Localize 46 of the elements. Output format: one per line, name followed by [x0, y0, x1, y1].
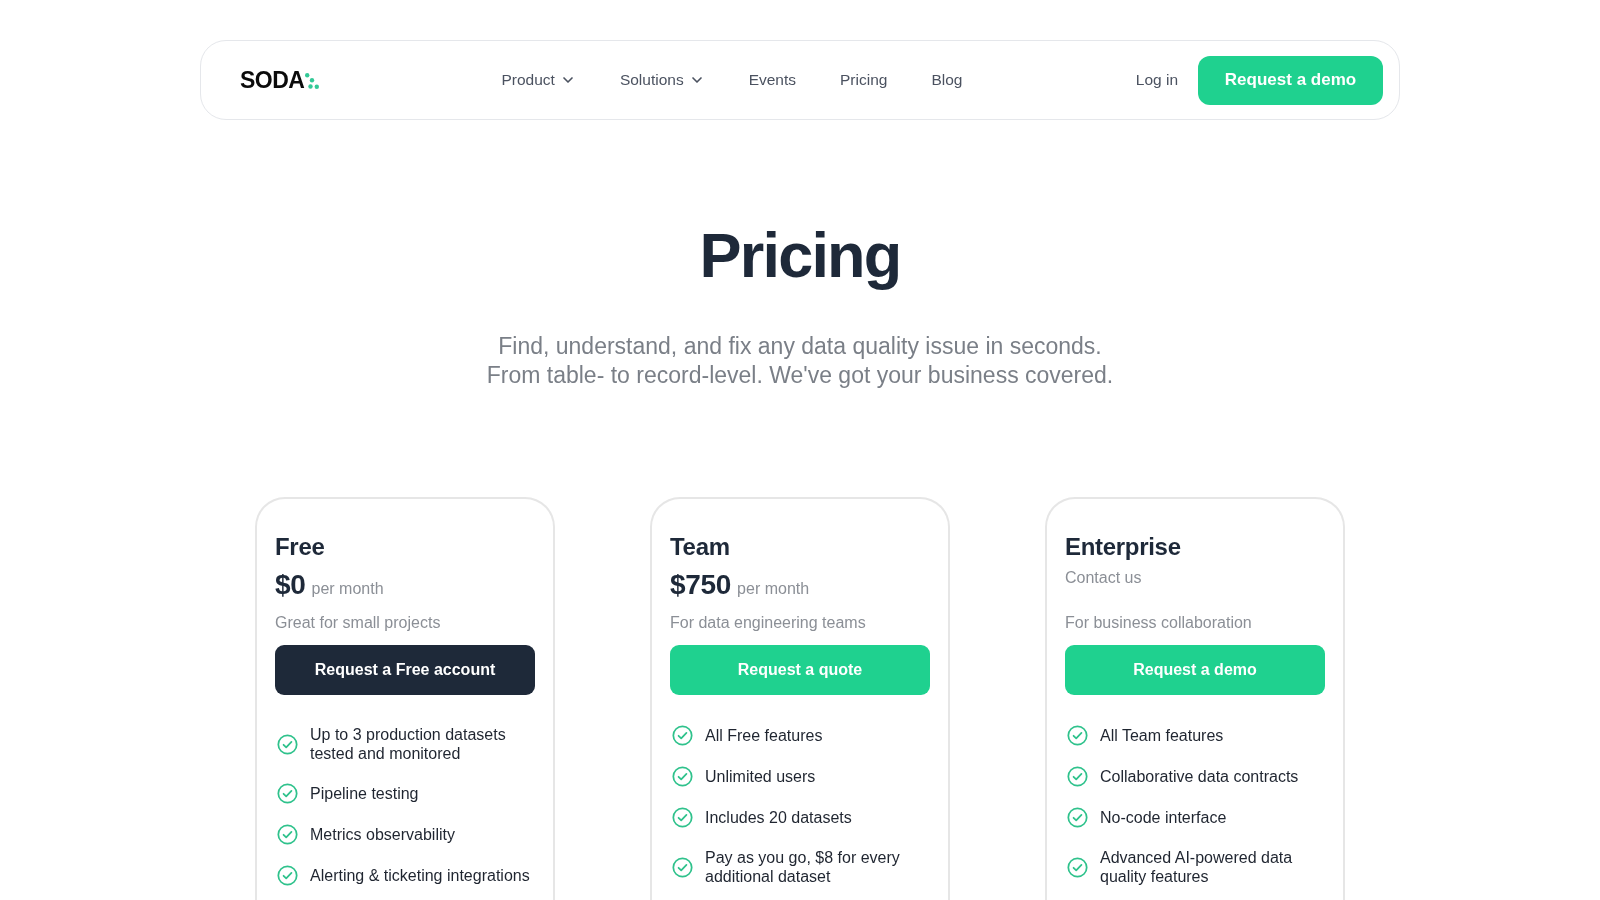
check-circle-icon — [277, 783, 298, 804]
nav-link[interactable]: Product — [501, 71, 576, 89]
price-period: per month — [737, 580, 810, 598]
dots-icon — [305, 73, 320, 89]
feature-text: Collaborative data contracts — [1100, 767, 1299, 786]
feature-text: Includes 20 datasets — [705, 808, 852, 827]
page-title: Pricing — [699, 219, 901, 291]
check-circle-icon — [1067, 807, 1088, 828]
plan-name: Enterprise — [1065, 532, 1182, 562]
check-circle-icon — [1067, 766, 1088, 787]
logo-wordmark[interactable]: SODA — [240, 66, 305, 94]
hero-subtitle: Find, understand, and fix any data quality issue in seconds. From table- to record-level. We've got your business covered. — [486, 332, 1114, 390]
check-circle-icon — [1067, 725, 1088, 746]
feature-text: Pipeline testing — [310, 784, 419, 803]
price-period: per month — [311, 580, 384, 598]
plan-tagline: For business collaboration — [1065, 613, 1253, 633]
feature-text: Alerting & ticketing integrations — [310, 866, 530, 885]
plan-tagline: Great for small projects — [275, 613, 442, 633]
plan-name: Free — [275, 532, 326, 562]
nav-link[interactable]: Events — [748, 71, 797, 89]
feature-text: Unlimited users — [705, 767, 816, 786]
check-circle-icon — [1067, 856, 1088, 878]
nav-link[interactable]: Pricing — [840, 71, 888, 89]
feature-text: Advanced AI-powered data quality features — [1100, 848, 1294, 886]
nav-link[interactable]: Solutions — [619, 71, 705, 89]
nav-link[interactable]: Blog — [931, 71, 963, 89]
contact-text: Contact us — [1065, 569, 1142, 587]
plan-button[interactable]: Request a Free account — [275, 645, 535, 695]
check-circle-icon — [277, 865, 298, 886]
plan-name: Team — [670, 532, 731, 562]
price-amount: $0 — [275, 569, 306, 601]
feature-text: Metrics observability — [310, 825, 455, 844]
feature-text: All Free features — [705, 726, 823, 745]
check-circle-icon — [672, 807, 693, 828]
check-circle-icon — [672, 725, 693, 746]
price-amount: $750 — [670, 569, 732, 601]
check-circle-icon — [277, 733, 298, 755]
feature-text: No-code interface — [1100, 808, 1227, 827]
feature-text: Pay as you go, $8 for every additional dataset — [705, 848, 901, 886]
check-circle-icon — [277, 824, 298, 845]
feature-text: All Team features — [1100, 726, 1224, 745]
feature-text: Up to 3 production datasets tested and monitored — [310, 725, 507, 763]
plan-tagline: For data engineering teams — [670, 613, 867, 633]
login-link[interactable]: Log in — [1135, 71, 1178, 89]
check-circle-icon — [672, 856, 693, 878]
check-circle-icon — [672, 766, 693, 787]
